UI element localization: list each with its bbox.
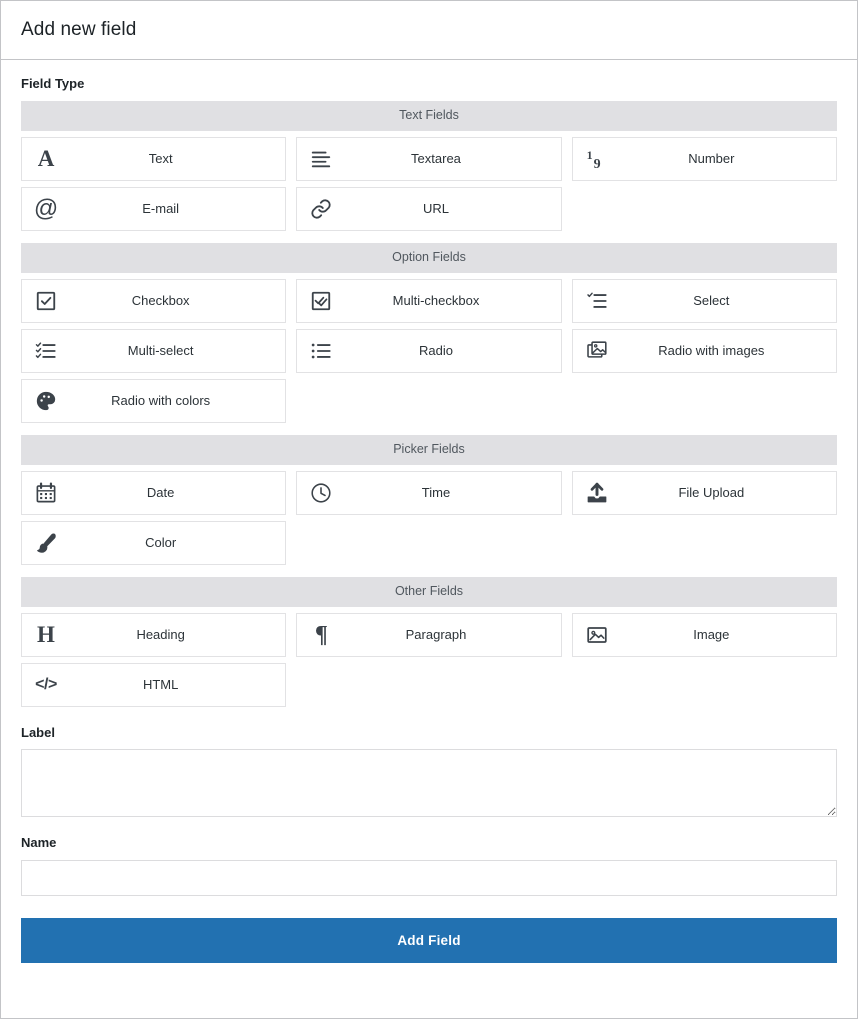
- field-type-grid: H Heading ¶ Paragraph Image </> HTML: [21, 612, 837, 707]
- field-type-button[interactable]: Date: [21, 470, 287, 515]
- panel-titlebar: Add new field: [1, 1, 857, 60]
- field-type-button[interactable]: ¶ Paragraph: [296, 612, 562, 657]
- color-palette-icon: [22, 390, 70, 412]
- field-type-label-text: Number: [688, 150, 735, 166]
- field-type-label-text: URL: [422, 200, 449, 216]
- field-type-button[interactable]: Time: [296, 470, 562, 515]
- field-type-label: Field Type: [21, 76, 85, 91]
- pilcrow-icon: ¶: [314, 621, 328, 648]
- field-type-label-text: File Upload: [678, 484, 745, 500]
- group-header: Text Fields: [21, 100, 837, 131]
- submit-row: Add Field: [21, 917, 837, 983]
- serif-h-icon: H: [37, 622, 55, 648]
- field-type-button[interactable]: Image: [571, 612, 837, 657]
- link-chain-icon: [297, 198, 345, 220]
- name-input[interactable]: [21, 859, 837, 896]
- label-field-block: Label: [21, 725, 837, 818]
- add-new-field-panel: Add new field Field Type Text Fields A Tex…: [0, 0, 858, 1019]
- field-type-button[interactable]: @ E-mail: [21, 186, 287, 231]
- serif-a-icon: A: [37, 146, 55, 172]
- field-type-button[interactable]: Multi-select: [21, 328, 287, 373]
- field-type-label-text: Color: [145, 534, 177, 550]
- add-field-button[interactable]: Add Field: [21, 917, 837, 963]
- field-type-label-text: Radio with images: [658, 342, 765, 358]
- upload-arrow-icon: [573, 482, 621, 504]
- bullet-list-icon: [297, 340, 345, 362]
- field-type-button[interactable]: 1 9 Number: [571, 136, 837, 181]
- label-field-label: Label: [21, 724, 55, 740]
- name-field-label: Name: [21, 835, 57, 851]
- field-type-button[interactable]: URL: [296, 186, 562, 231]
- group-header: Other Fields: [21, 576, 837, 607]
- field-type-button[interactable]: Multi-checkbox: [296, 278, 562, 323]
- field-type-button[interactable]: A Text: [21, 136, 287, 181]
- group-header: Option Fields: [21, 242, 837, 273]
- field-type-button[interactable]: File Upload: [571, 470, 837, 515]
- field-type-label-text: E-mail: [142, 200, 180, 216]
- field-type-grid: Date Time File Upload Color: [21, 470, 837, 565]
- checkbox-double-check-icon: [297, 290, 345, 312]
- field-type-button[interactable]: Color: [21, 520, 287, 565]
- list-single-check-icon: [573, 290, 621, 312]
- field-type-label-text: Radio: [419, 342, 453, 358]
- field-type-button[interactable]: Radio with images: [571, 328, 837, 373]
- list-multi-check-icon: [22, 340, 70, 362]
- field-type-label-text: Checkbox: [131, 292, 190, 308]
- field-type-button[interactable]: Textarea: [296, 136, 562, 181]
- calendar-icon: [22, 482, 70, 504]
- one-nine-number-icon: 19: [586, 147, 601, 172]
- align-left-lines-icon: [297, 148, 345, 170]
- field-type-label-text: Radio with colors: [111, 392, 211, 408]
- field-type-grid: A Text Textarea 1 9 Number @ E-mail URL: [21, 136, 837, 231]
- code-brackets-icon: </>: [35, 675, 57, 693]
- label-input[interactable]: [21, 749, 837, 818]
- field-type-groups: Text Fields A Text Textarea 1 9 Number @ E-mail U…: [21, 100, 837, 707]
- field-type-button[interactable]: Select: [571, 278, 837, 323]
- field-type-label-text: Select: [693, 292, 730, 308]
- group-header: Picker Fields: [21, 434, 837, 465]
- field-type-label-text: Image: [693, 626, 730, 642]
- picture-frame-icon: [573, 624, 621, 646]
- clock-icon: [297, 482, 345, 504]
- field-type-button[interactable]: Radio with colors: [21, 378, 287, 423]
- field-type-button[interactable]: </> HTML: [21, 662, 287, 707]
- field-type-button[interactable]: Radio: [296, 328, 562, 373]
- field-type-label-text: Text: [148, 150, 173, 166]
- checkbox-checked-icon: [22, 290, 70, 312]
- paintbrush-icon: [22, 532, 70, 554]
- field-type-grid: Checkbox Multi-checkbox Select Multi-select…: [21, 278, 837, 423]
- field-type-label-text: Textarea: [411, 150, 461, 166]
- field-type-button[interactable]: Checkbox: [21, 278, 287, 323]
- field-type-label-text: Heading: [136, 626, 185, 642]
- field-type-label-text: Multi-checkbox: [392, 292, 480, 308]
- field-type-label-text: Date: [146, 484, 175, 500]
- field-type-button[interactable]: H Heading: [21, 612, 287, 657]
- panel-content: Field Type Text Fields A Text Textarea 1 9 Num…: [1, 60, 857, 983]
- name-field-block: Name: [21, 835, 837, 896]
- field-type-label-text: HTML: [142, 676, 179, 692]
- page-title: Add new field: [21, 19, 137, 40]
- field-type-label-text: Time: [421, 484, 451, 500]
- field-type-label-text: Paragraph: [405, 626, 467, 642]
- stacked-images-icon: [573, 340, 621, 362]
- field-type-label-text: Multi-select: [127, 342, 194, 358]
- at-sign-icon: @: [33, 194, 59, 222]
